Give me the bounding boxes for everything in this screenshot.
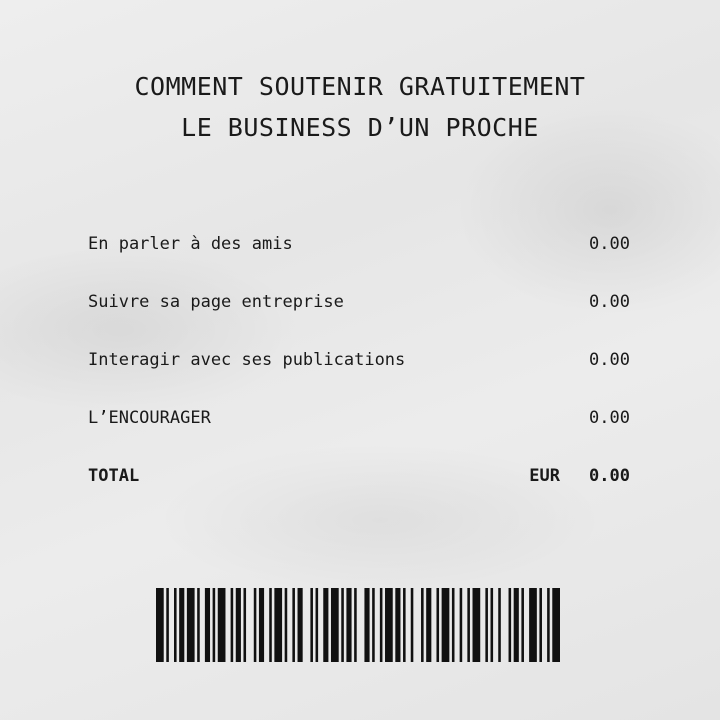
barcode-bar [346,588,352,662]
total-label: TOTAL [88,466,140,486]
barcode-bar [243,588,247,662]
barcode-bar [451,588,455,662]
barcode-bar [426,588,432,662]
total-currency: EUR [529,466,560,486]
barcode-bar [436,588,440,662]
barcode-bar [459,588,463,662]
line-item-amount: 0.00 [589,234,630,254]
barcode-bar [156,588,164,662]
line-item: En parler à des amis 0.00 [88,232,630,256]
total-amount: 0.00 [589,466,630,486]
barcode-bar [235,588,241,662]
total-row: TOTAL EUR 0.00 [88,464,630,488]
barcode-bar [330,588,339,662]
barcode-bar [179,588,185,662]
barcode-bar [217,588,226,662]
barcode-bar [421,588,424,662]
barcode-bar [174,588,177,662]
line-item-amount: 0.00 [589,408,630,428]
barcode-bar [379,588,383,662]
barcode-bar [441,588,450,662]
line-item-label: L’ENCOURAGER [88,408,211,428]
line-item-label: En parler à des amis [88,234,293,254]
barcode [156,588,560,662]
receipt: COMMENT SOUTENIR GRATUITEMENT LE BUSINES… [0,0,720,720]
barcode-bar [284,588,288,662]
barcode-bar [258,588,265,662]
barcode-bar [253,588,257,662]
barcode-bar [197,588,200,662]
line-item-label: Interagir avec ses publications [88,350,406,370]
barcode-bar [297,588,303,662]
barcode-bar [315,588,319,662]
line-item-label: Suivre sa page entreprise [88,292,344,312]
barcode-bar [513,588,519,662]
barcode-bar [372,588,375,662]
barcode-bar [364,588,370,662]
receipt-title-line-1: COMMENT SOUTENIR GRATUITEMENT [134,72,586,101]
barcode-bar [385,588,393,662]
barcode-bar [166,588,169,662]
barcode-bar [212,588,216,662]
receipt-title-line-2: LE BUSINESS D’UN PROCHE [181,113,539,142]
barcode-bar [274,588,283,662]
barcode-bar [410,588,414,662]
barcode-bar [292,588,295,662]
barcode-bar [354,588,357,662]
barcode-bar [467,588,470,662]
barcode-bar [485,588,488,662]
barcode-bar [539,588,542,662]
barcode-bar [472,588,481,662]
line-item: Interagir avec ses publications 0.00 [88,348,630,372]
barcode-bar [508,588,512,662]
barcode-bar [490,588,494,662]
barcode-bar [529,588,537,662]
barcode-bar [310,588,313,662]
barcode-bar [403,588,406,662]
line-item-amount: 0.00 [589,350,630,370]
barcode-bar [230,588,234,662]
barcode-bar [552,588,560,662]
line-item: Suivre sa page entreprise 0.00 [88,290,630,314]
barcode-bar [521,588,524,662]
barcode-bar [341,588,344,662]
barcode-bar [269,588,272,662]
barcode-bar [395,588,401,662]
line-item: L’ENCOURAGER 0.00 [88,406,630,430]
barcode-bar [547,588,550,662]
barcode-bar [186,588,195,662]
barcode-bar [323,588,329,662]
line-item-amount: 0.00 [589,292,630,312]
barcode-bar [204,588,211,662]
barcode-bar [498,588,501,662]
